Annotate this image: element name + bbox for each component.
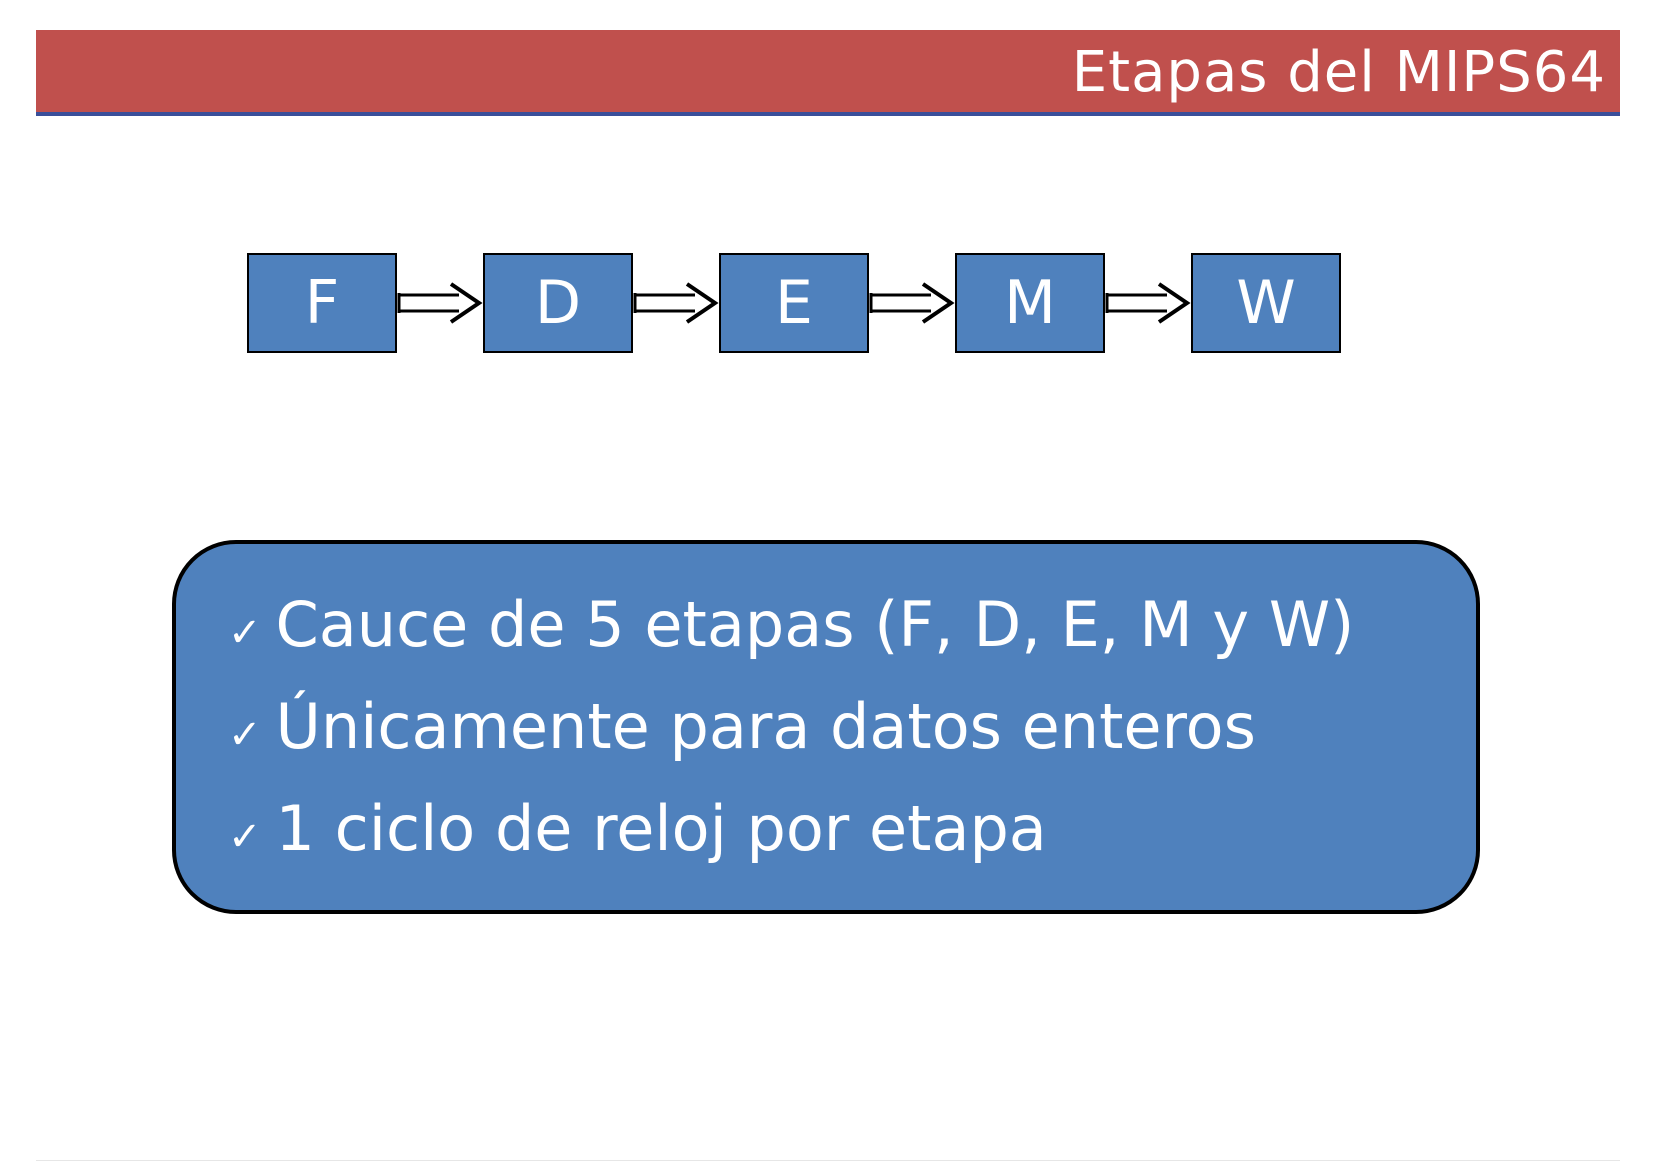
list-item: ✓ Únicamente para datos enteros	[228, 676, 1354, 778]
stage-box-f: F	[247, 253, 397, 353]
stage-box-w: W	[1191, 253, 1341, 353]
check-icon: ✓	[228, 610, 262, 656]
stage-box-m: M	[955, 253, 1105, 353]
check-icon: ✓	[228, 814, 262, 860]
double-arrow-right-icon	[397, 282, 483, 324]
list-item: ✓ 1 ciclo de reloj por etapa	[228, 778, 1354, 880]
footer-divider	[36, 1160, 1620, 1161]
page-title: Etapas del MIPS64	[1071, 40, 1606, 105]
double-arrow-right-icon	[869, 282, 955, 324]
check-icon: ✓	[228, 712, 262, 758]
bullet-list: ✓ Cauce de 5 etapas (F, D, E, M y W) ✓ Ú…	[228, 574, 1354, 880]
list-item: ✓ Cauce de 5 etapas (F, D, E, M y W)	[228, 574, 1354, 676]
bullet-text: Únicamente para datos enteros	[275, 690, 1256, 763]
double-arrow-right-icon	[1105, 282, 1191, 324]
double-arrow-right-icon	[633, 282, 719, 324]
title-bar: Etapas del MIPS64	[36, 30, 1620, 116]
stage-box-e: E	[719, 253, 869, 353]
bullet-text: Cauce de 5 etapas (F, D, E, M y W)	[275, 588, 1355, 661]
bullet-text: 1 ciclo de reloj por etapa	[275, 792, 1047, 865]
summary-callout-box: ✓ Cauce de 5 etapas (F, D, E, M y W) ✓ Ú…	[172, 540, 1480, 914]
stage-box-d: D	[483, 253, 633, 353]
